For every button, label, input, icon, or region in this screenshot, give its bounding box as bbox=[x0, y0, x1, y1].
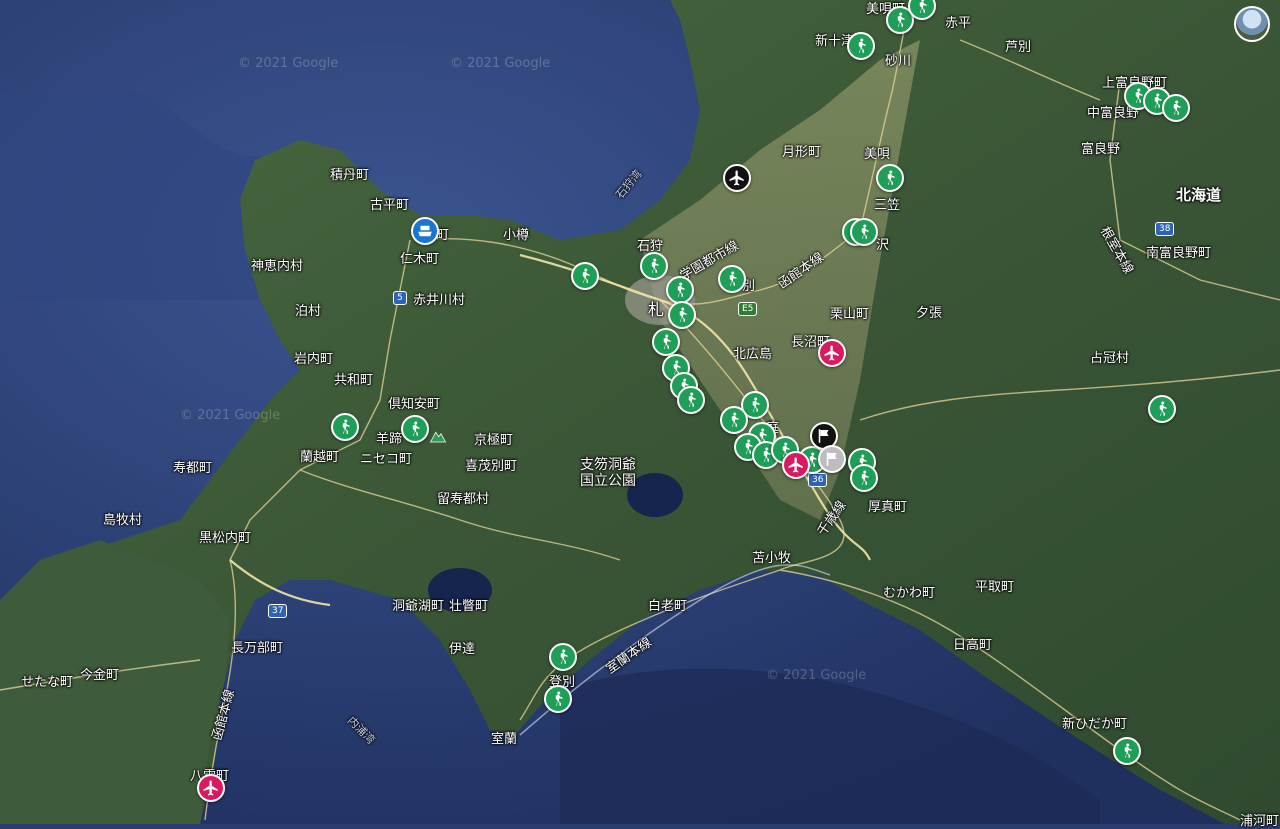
hiking-marker[interactable] bbox=[718, 265, 746, 293]
hiking-marker[interactable] bbox=[668, 301, 696, 329]
hiking-icon bbox=[657, 333, 675, 351]
hiking-marker[interactable] bbox=[850, 464, 878, 492]
hiking-marker[interactable] bbox=[876, 164, 904, 192]
hiking-icon bbox=[746, 396, 764, 414]
airport-icon bbox=[823, 344, 841, 362]
hiking-marker[interactable] bbox=[549, 643, 577, 671]
hiking-icon bbox=[855, 223, 873, 241]
road-shield: 5 bbox=[393, 291, 407, 305]
hiking-icon bbox=[336, 418, 354, 436]
hiking-icon bbox=[1153, 400, 1171, 418]
ferry-marker[interactable] bbox=[411, 217, 439, 245]
hiking-icon bbox=[725, 411, 743, 429]
airport-icon bbox=[202, 779, 220, 797]
airport-marker[interactable] bbox=[782, 451, 810, 479]
flag-icon bbox=[815, 427, 833, 445]
hiking-icon bbox=[682, 391, 700, 409]
hiking-marker[interactable] bbox=[1148, 395, 1176, 423]
hiking-marker[interactable] bbox=[571, 262, 599, 290]
road-shield: 37 bbox=[268, 604, 288, 618]
hiking-marker[interactable] bbox=[847, 32, 875, 60]
mountain-icon bbox=[429, 427, 447, 445]
hiking-marker[interactable] bbox=[640, 252, 668, 280]
ferry-icon bbox=[416, 222, 434, 240]
flag-icon bbox=[823, 450, 841, 468]
hiking-marker[interactable] bbox=[666, 276, 694, 304]
airport-marker[interactable] bbox=[723, 164, 751, 192]
hiking-icon bbox=[576, 267, 594, 285]
hiking-icon bbox=[645, 257, 663, 275]
mountain-marker[interactable] bbox=[428, 426, 448, 446]
hiking-icon bbox=[1118, 742, 1136, 760]
hiking-icon bbox=[891, 11, 909, 29]
airport-icon bbox=[728, 169, 746, 187]
road-shield: E5 bbox=[738, 302, 758, 316]
hiking-marker[interactable] bbox=[652, 328, 680, 356]
hiking-icon bbox=[852, 37, 870, 55]
hiking-marker[interactable] bbox=[331, 413, 359, 441]
hiking-marker[interactable] bbox=[1162, 94, 1190, 122]
hiking-marker[interactable] bbox=[1113, 737, 1141, 765]
flag-marker[interactable] bbox=[818, 445, 846, 473]
hiking-icon bbox=[406, 420, 424, 438]
hiking-marker[interactable] bbox=[850, 218, 878, 246]
hiking-icon bbox=[913, 0, 931, 15]
satellite-map[interactable] bbox=[0, 0, 1280, 824]
hiking-icon bbox=[673, 306, 691, 324]
hiking-icon bbox=[671, 281, 689, 299]
airport-marker[interactable] bbox=[197, 774, 225, 802]
hiking-marker[interactable] bbox=[720, 406, 748, 434]
hiking-marker[interactable] bbox=[677, 386, 705, 414]
road-shield: 38 bbox=[1155, 222, 1175, 236]
hiking-marker[interactable] bbox=[401, 415, 429, 443]
road-shield: 36 bbox=[808, 473, 828, 487]
hiking-icon bbox=[855, 469, 873, 487]
airport-marker[interactable] bbox=[818, 339, 846, 367]
hiking-icon bbox=[549, 690, 567, 708]
hiking-icon bbox=[881, 169, 899, 187]
hiking-icon bbox=[1167, 99, 1185, 117]
user-avatar[interactable] bbox=[1234, 6, 1270, 42]
hiking-icon bbox=[723, 270, 741, 288]
hiking-marker[interactable] bbox=[544, 685, 572, 713]
airport-icon bbox=[787, 456, 805, 474]
hiking-icon bbox=[554, 648, 572, 666]
